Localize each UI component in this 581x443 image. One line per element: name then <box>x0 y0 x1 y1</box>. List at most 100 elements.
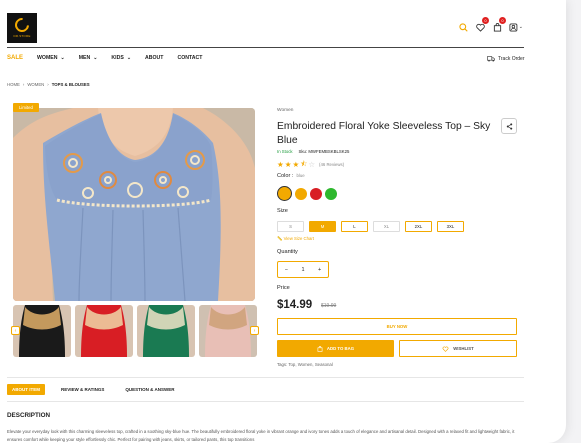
product-tabs: ABOUT ITEM REVIEW & RATINGS QUESTION & A… <box>7 384 180 395</box>
chevron-down-icon: ⌄ <box>60 55 65 61</box>
product-photo-illustration <box>13 108 255 301</box>
nav-item-label: WOMEN <box>37 55 58 61</box>
limited-badge: Limited <box>13 103 39 112</box>
breadcrumb-separator: › <box>47 82 49 87</box>
cart-count-badge: 0 <box>499 17 506 24</box>
main-product-image[interactable] <box>13 108 255 301</box>
old-price: $19.99 <box>321 303 337 309</box>
nav-item-label: ABOUT <box>145 55 164 61</box>
buy-now-button[interactable]: BUY NOW <box>277 318 517 335</box>
quantity-increase-button[interactable]: + <box>318 267 321 273</box>
star-icon: ★ <box>277 160 284 169</box>
chevron-down-icon: ⌄ <box>126 55 132 61</box>
star-icon: ★ <box>292 160 300 169</box>
color-swatches <box>277 186 337 201</box>
nav-item-about[interactable]: ABOUT <box>145 55 163 61</box>
product-category[interactable]: Women <box>277 108 293 113</box>
color-swatch-selected[interactable] <box>277 186 292 201</box>
star-empty-icon: ☆ <box>308 160 316 169</box>
quantity-stepper: − 1 + <box>277 261 329 278</box>
nav-item-kids[interactable]: KIDS ⌄ <box>111 55 131 61</box>
cart-bag-icon[interactable]: 0 <box>492 17 506 32</box>
size-chart-label: View Size Chart <box>283 236 315 241</box>
thumbnail-pink[interactable] <box>199 305 257 357</box>
page: DR.STORE 0 0 ⌄ SALE WOMEN ⌄ MEN ⌄ KIDS ⌄ AB… <box>0 0 566 443</box>
tabs-bottom-divider <box>7 401 524 402</box>
share-button[interactable] <box>501 118 517 134</box>
star-half-icon: ⯪ <box>300 159 308 168</box>
add-to-bag-button[interactable]: ADD TO BAG <box>277 340 394 357</box>
thumbnail-red[interactable] <box>75 305 133 357</box>
review-count[interactable]: (46 Reviews) <box>319 162 344 167</box>
thumbnail-green[interactable] <box>137 305 195 357</box>
rating-row: ★ ★ ★ ⯪ ☆ (46 Reviews) <box>277 158 344 171</box>
size-option-xl[interactable]: XL <box>373 221 400 232</box>
size-option-m[interactable]: M <box>309 221 336 232</box>
breadcrumb-separator: › <box>22 82 25 87</box>
quantity-value[interactable]: 1 <box>301 267 304 273</box>
breadcrumb: HOME › WOMEN › TOPS & BLOUSES <box>7 82 90 87</box>
thumbnail-prev-button[interactable]: ‹ <box>11 326 20 335</box>
heart-icon <box>442 346 449 352</box>
current-price: $14.99 <box>277 299 313 311</box>
size-option-3xl[interactable]: 3XL <box>437 221 464 232</box>
size-label: Size <box>277 208 288 214</box>
header-divider <box>7 47 524 48</box>
breadcrumb-home[interactable]: HOME <box>7 82 20 87</box>
search-icon[interactable] <box>458 22 468 32</box>
store-logo[interactable]: DR.STORE <box>7 13 37 43</box>
size-option-2xl[interactable]: 2XL <box>405 221 432 232</box>
wishlist-button[interactable]: WISHLIST <box>399 340 517 357</box>
breadcrumb-current: TOPS & BLOUSES <box>51 82 90 87</box>
thumbnail-next-button[interactable]: › <box>250 326 259 335</box>
track-order-link[interactable]: Track Order <box>487 56 524 62</box>
tab-review-ratings[interactable]: REVIEW & RATINGS <box>56 384 109 395</box>
color-swatch[interactable] <box>325 187 337 200</box>
tab-about-item[interactable]: ABOUT ITEM <box>7 384 45 395</box>
tab-question-answer[interactable]: QUESTION & ANSWER <box>120 384 179 395</box>
share-icon <box>506 122 512 130</box>
color-value: blue <box>296 173 305 178</box>
nav-item-men[interactable]: MEN ⌄ <box>79 55 98 61</box>
size-options: S M L XL 2XL 3XL <box>277 221 464 232</box>
color-swatch[interactable] <box>295 187 307 200</box>
color-label-row: Color : blue <box>277 173 305 179</box>
header-actions: 0 0 ⌄ <box>458 17 523 32</box>
size-option-s[interactable]: S <box>277 221 304 232</box>
size-option-l[interactable]: L <box>341 221 368 232</box>
color-label: Color : <box>277 173 294 179</box>
bag-icon <box>317 345 323 352</box>
product-sku: Sku: MWFEMBSKBLSK25 <box>298 149 350 154</box>
wishlist-count-badge: 0 <box>482 17 489 24</box>
breadcrumb-women[interactable]: WOMEN <box>27 82 44 87</box>
chevron-down-icon: ⌄ <box>518 24 523 30</box>
track-order-label: Track Order <box>498 56 525 62</box>
product-title: Embroidered Floral Yoke Sleeveless Top –… <box>277 121 491 146</box>
add-to-bag-label: ADD TO BAG <box>326 346 355 351</box>
truck-icon <box>487 56 495 62</box>
color-swatch[interactable] <box>310 187 322 200</box>
star-icon: ★ <box>284 160 292 169</box>
stock-status: In Stock <box>277 149 293 154</box>
nav-item-women[interactable]: WOMEN ⌄ <box>37 55 65 61</box>
thumbnail-strip <box>13 305 257 357</box>
description-heading: DESCRIPTION <box>7 412 51 419</box>
main-nav: SALE WOMEN ⌄ MEN ⌄ KIDS ⌄ ABOUT CONTACT <box>7 55 216 61</box>
tabs-top-divider <box>7 377 524 378</box>
quantity-label: Quantity <box>277 249 298 255</box>
product-tags: Tags: Top, Women, Seasonal <box>277 362 333 367</box>
nav-item-label: CONTACT <box>177 55 203 61</box>
nav-item-contact[interactable]: CONTACT <box>177 55 202 61</box>
quantity-decrease-button[interactable]: − <box>285 267 288 273</box>
description-text: Elevate your everyday look with this cha… <box>7 429 515 442</box>
logo-text: DR.STORE <box>13 34 31 38</box>
wishlist-label: WISHLIST <box>453 346 474 351</box>
account-icon[interactable]: ⌄ <box>509 22 523 32</box>
wishlist-heart-icon[interactable]: 0 <box>475 17 489 32</box>
nav-item-label: MEN <box>78 55 91 61</box>
nav-item-label: KIDS <box>111 55 124 61</box>
price-label: Price <box>277 285 290 291</box>
nav-sale-link[interactable]: SALE <box>7 55 23 61</box>
size-chart-link[interactable]: 📏 View Size Chart <box>277 236 314 242</box>
thumbnail-black[interactable] <box>13 305 71 357</box>
